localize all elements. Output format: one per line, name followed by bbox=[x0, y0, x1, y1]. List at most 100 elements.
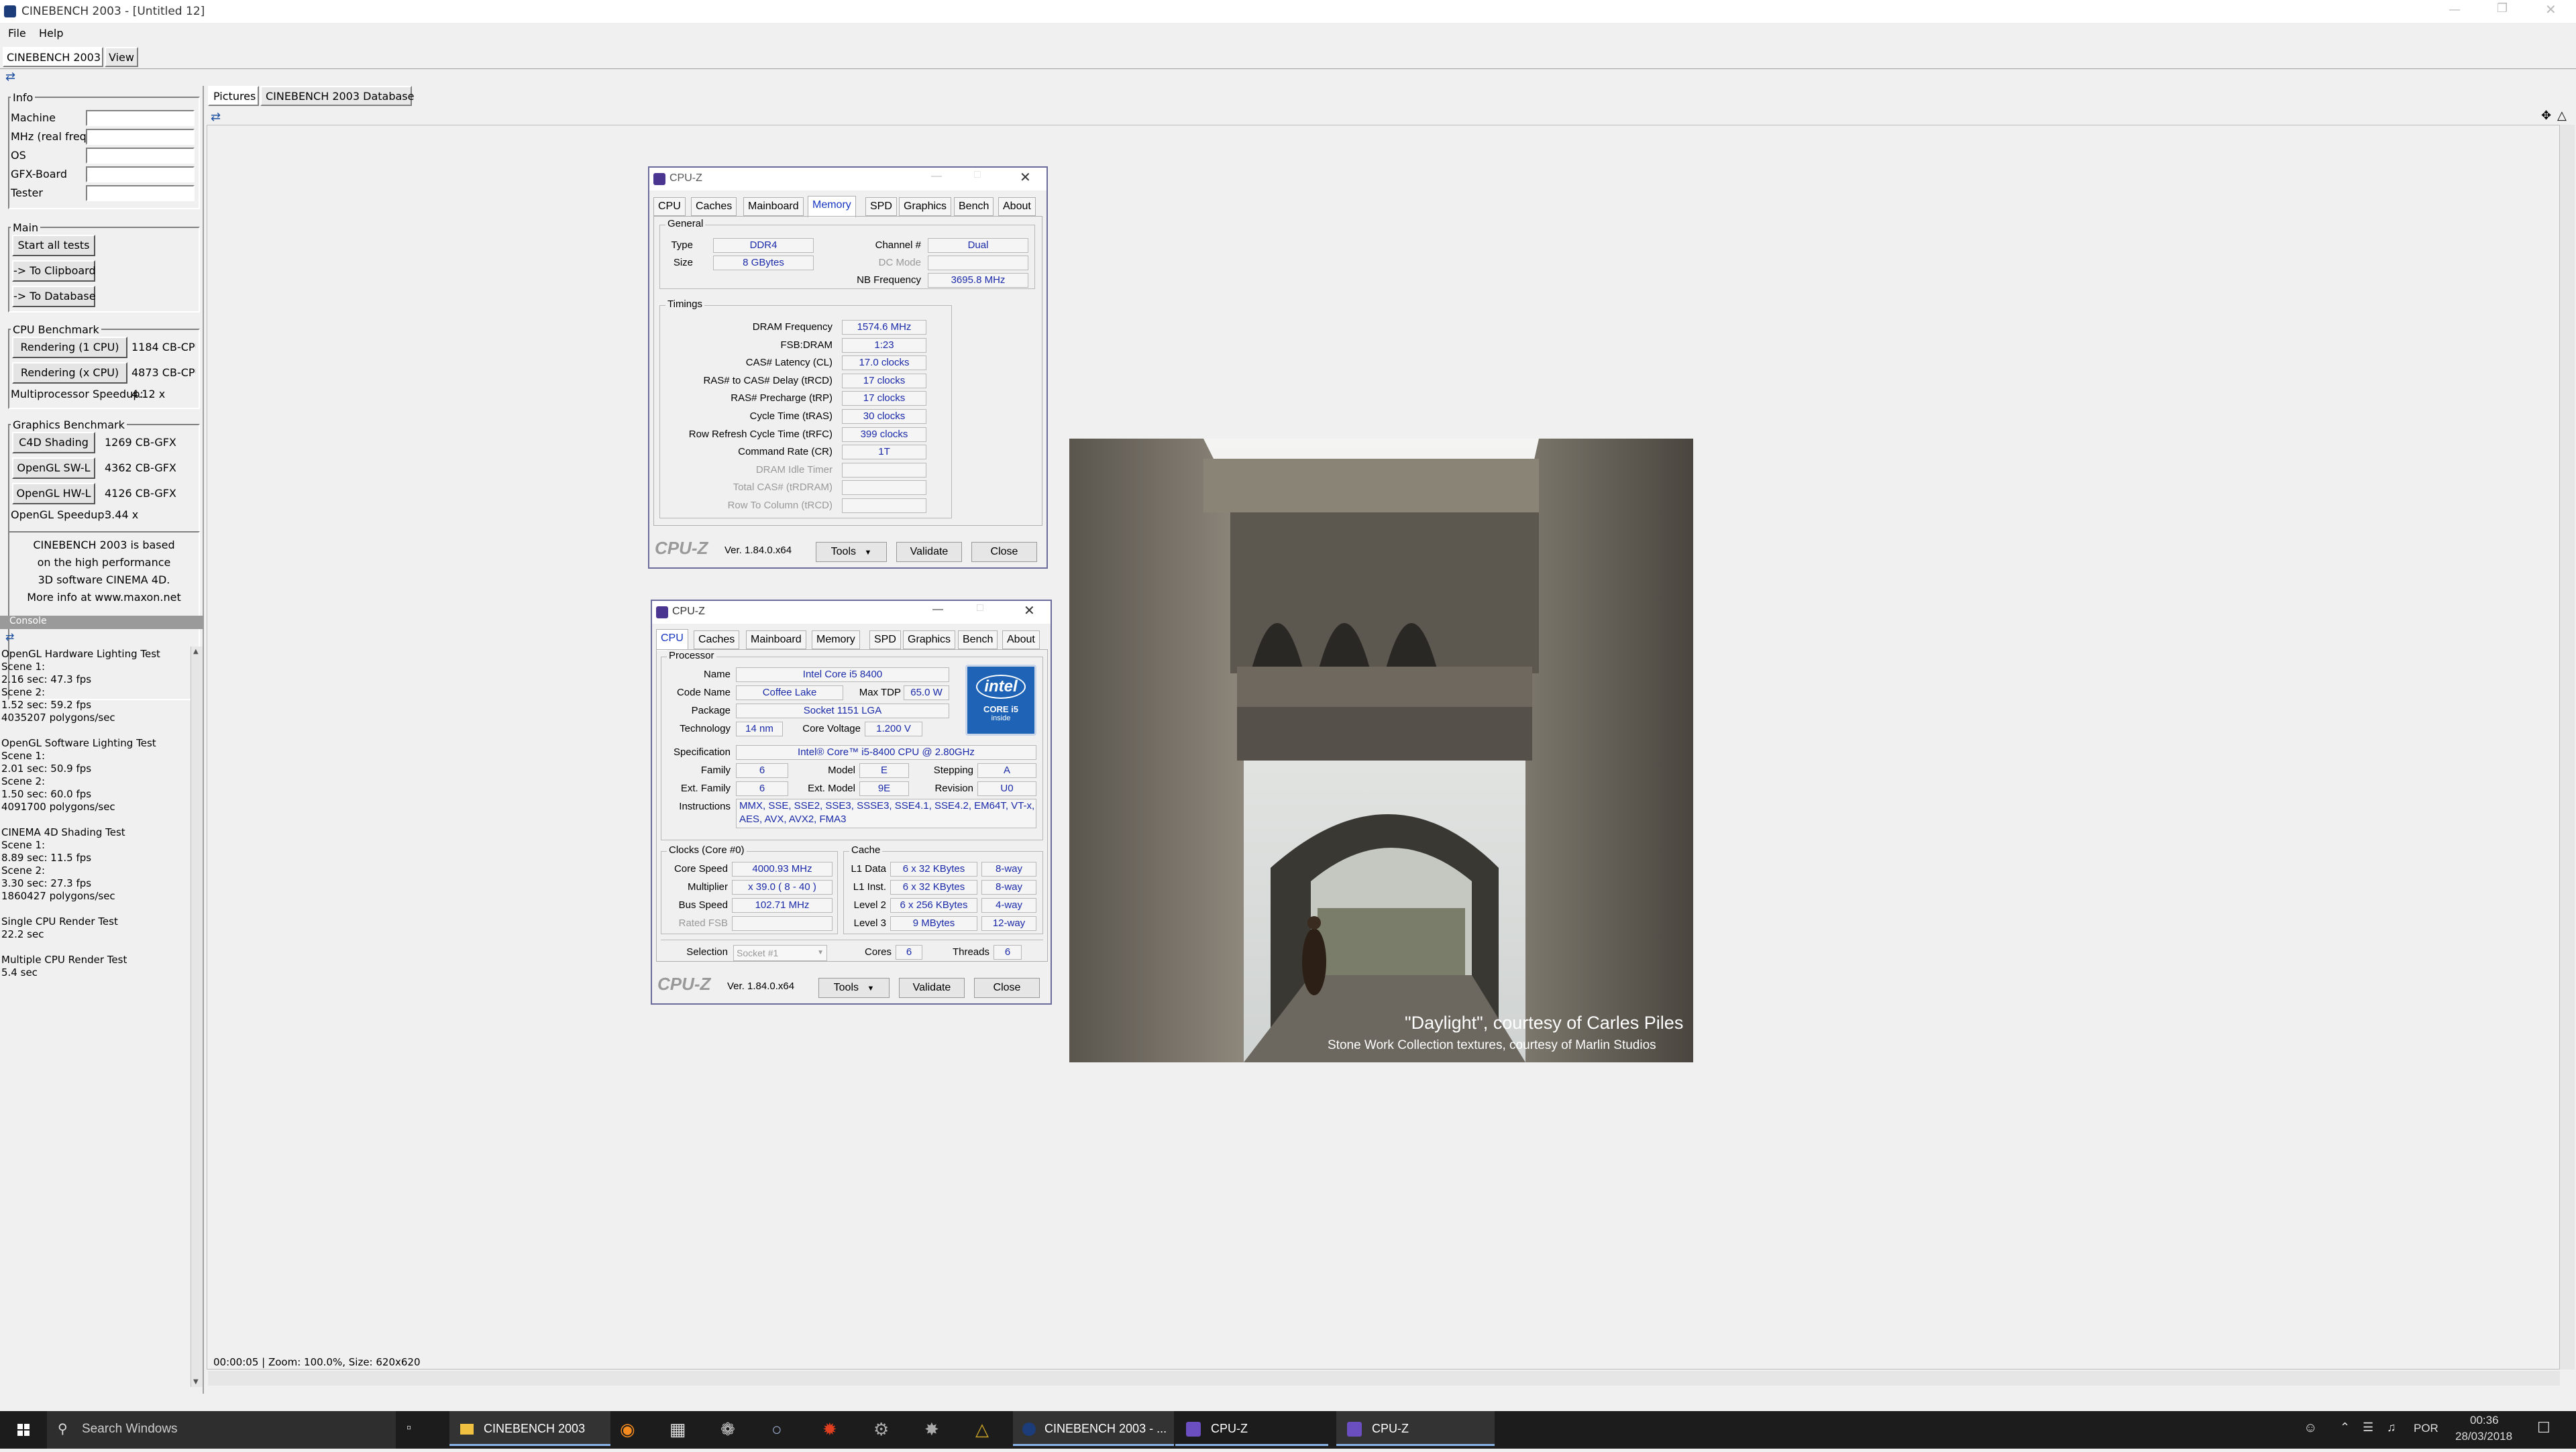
timing-value: 1:23 bbox=[842, 337, 926, 353]
app-icon-3[interactable]: ⚙ bbox=[873, 1419, 889, 1440]
language-indicator[interactable]: POR bbox=[2414, 1422, 2438, 1435]
gfx-field[interactable] bbox=[86, 166, 195, 182]
close-button[interactable]: Close bbox=[971, 542, 1037, 562]
console-line: Multiple CPU Render Test bbox=[1, 954, 127, 966]
tools-button[interactable]: Tools ▼ bbox=[816, 542, 887, 562]
tab-view[interactable]: View bbox=[105, 47, 138, 67]
c4d-shading-button[interactable]: C4D Shading bbox=[12, 432, 95, 453]
notifications-icon[interactable]: ☐ bbox=[2537, 1419, 2551, 1437]
tools-button[interactable]: Tools ▼ bbox=[818, 978, 890, 998]
threads-value: 6 bbox=[994, 945, 1022, 960]
clock-date[interactable]: 28/03/2018 bbox=[2455, 1430, 2512, 1443]
socket-select[interactable]: Socket #1 ▼ bbox=[733, 945, 827, 961]
channel-value: Dual bbox=[928, 238, 1028, 253]
viewer-vscroll[interactable] bbox=[2560, 125, 2575, 1370]
tab-memory[interactable]: Memory bbox=[812, 630, 860, 649]
tab-graphics[interactable]: Graphics bbox=[899, 197, 952, 216]
rendering-xcpu-button[interactable]: Rendering (x CPU) bbox=[12, 362, 127, 384]
machine-field[interactable] bbox=[86, 110, 195, 126]
close-icon[interactable]: ✕ bbox=[2545, 1, 2557, 17]
viewer-hscroll[interactable] bbox=[208, 1371, 2560, 1386]
task-view-icon[interactable]: ▫ bbox=[407, 1420, 411, 1436]
tab-database[interactable]: CINEBENCH 2003 Database bbox=[260, 86, 414, 106]
start-all-tests-button[interactable]: Start all tests bbox=[12, 235, 95, 256]
mhz-field[interactable] bbox=[86, 129, 195, 145]
tab-bench[interactable]: Bench bbox=[958, 630, 998, 649]
tab-mainboard[interactable]: Mainboard bbox=[746, 630, 806, 649]
tab-mainboard[interactable]: Mainboard bbox=[743, 197, 804, 216]
taskbar-cpuz-2[interactable]: CPU-Z bbox=[1336, 1411, 1495, 1446]
minimize-icon[interactable]: — bbox=[2449, 3, 2461, 17]
opengl-hwl-button[interactable]: OpenGL HW-L bbox=[12, 483, 95, 504]
console-pin-icon[interactable]: ⇄ bbox=[5, 630, 14, 643]
tab-caches[interactable]: Caches bbox=[694, 630, 740, 649]
menu-file[interactable]: File bbox=[8, 27, 26, 40]
firefox-icon[interactable]: ◉ bbox=[620, 1419, 635, 1440]
to-clipboard-button[interactable]: -> To Clipboard bbox=[12, 260, 96, 282]
taskbar-cinebench-window[interactable]: CINEBENCH 2003 - ... bbox=[1013, 1411, 1174, 1446]
tab-memory[interactable]: Memory bbox=[808, 196, 856, 217]
tester-field[interactable] bbox=[86, 185, 195, 201]
tab-cpu[interactable]: CPU bbox=[656, 629, 688, 651]
volume-icon[interactable]: ♫ bbox=[2387, 1420, 2396, 1435]
calculator-icon[interactable]: ▦ bbox=[669, 1419, 686, 1440]
tab-pictures[interactable]: Pictures bbox=[208, 86, 259, 106]
viewer-pin-icon[interactable]: ⇄ bbox=[211, 110, 221, 124]
cores-value: 6 bbox=[896, 945, 922, 960]
search-box[interactable]: ⚲ Search Windows bbox=[47, 1411, 396, 1449]
opengl-speedup-value: 3.44 x bbox=[105, 508, 139, 521]
to-database-button[interactable]: -> To Database bbox=[12, 286, 96, 307]
c4d-shading-value: 1269 CB-GFX bbox=[105, 436, 176, 449]
maximize-icon[interactable]: □ bbox=[977, 602, 983, 614]
minimize-icon[interactable]: — bbox=[932, 604, 943, 616]
tab-about[interactable]: About bbox=[1002, 630, 1040, 649]
os-field[interactable] bbox=[86, 148, 195, 164]
tab-spd[interactable]: SPD bbox=[869, 630, 901, 649]
minimize-icon[interactable]: — bbox=[931, 170, 942, 182]
steam-icon[interactable]: ○ bbox=[771, 1419, 782, 1440]
mp-speedup-label: Multiprocessor Speedup: bbox=[11, 388, 144, 400]
scroll-up-icon[interactable]: ▲ bbox=[193, 648, 199, 655]
close-icon[interactable]: ✕ bbox=[1020, 169, 1031, 186]
tab-about[interactable]: About bbox=[998, 197, 1036, 216]
main-title: Main bbox=[11, 221, 41, 234]
tab-spd[interactable]: SPD bbox=[865, 197, 897, 216]
taskbar-cinebench-folder[interactable]: CINEBENCH 2003 bbox=[449, 1411, 610, 1446]
fullscreen-icon[interactable]: △ bbox=[2557, 109, 2567, 123]
caption-title: "Daylight", courtesy of Carles Piles bbox=[1405, 1013, 1684, 1033]
pin-icon[interactable]: ⇄ bbox=[5, 70, 15, 84]
taskbar-cpuz-1[interactable]: CPU-Z bbox=[1175, 1411, 1328, 1446]
start-button[interactable] bbox=[0, 1411, 47, 1449]
app-icon-4[interactable]: ✸ bbox=[924, 1419, 939, 1440]
close-icon[interactable]: ✕ bbox=[1024, 602, 1035, 619]
scroll-down-icon[interactable]: ▼ bbox=[193, 1378, 199, 1386]
console-scrollbar[interactable]: ▲ ▼ bbox=[191, 647, 203, 1387]
tab-cinebench[interactable]: CINEBENCH 2003 bbox=[3, 47, 103, 67]
network-icon[interactable]: ☰ bbox=[2363, 1420, 2373, 1435]
rendering-1cpu-button[interactable]: Rendering (1 CPU) bbox=[12, 337, 127, 358]
people-icon[interactable]: ☺ bbox=[2304, 1420, 2317, 1436]
validate-button[interactable]: Validate bbox=[896, 542, 962, 562]
spec-value: Intel® Core™ i5-8400 CPU @ 2.80GHz bbox=[736, 745, 1036, 760]
tab-cpu[interactable]: CPU bbox=[653, 197, 686, 216]
console-line: 22.2 sec bbox=[1, 928, 44, 940]
app-icon-2[interactable]: ✹ bbox=[822, 1419, 837, 1440]
max-tdp-value: 65.0 W bbox=[904, 685, 949, 700]
move-icon[interactable]: ✥ bbox=[2541, 109, 2551, 123]
validate-button[interactable]: Validate bbox=[899, 978, 965, 998]
app-icon-5[interactable]: △ bbox=[975, 1419, 989, 1440]
tab-bench[interactable]: Bench bbox=[954, 197, 994, 216]
maximize-icon[interactable]: □ bbox=[974, 169, 981, 181]
tab-caches[interactable]: Caches bbox=[691, 197, 737, 216]
cpuz-memory-titlebar: CPU-Z — □ ✕ bbox=[649, 168, 1046, 190]
tray-chevron-icon[interactable]: ⌃ bbox=[2340, 1420, 2350, 1435]
menu-help[interactable]: Help bbox=[39, 27, 63, 40]
console-line: 3.30 sec: 27.3 fps bbox=[1, 877, 92, 889]
opengl-swl-button[interactable]: OpenGL SW-L bbox=[12, 457, 95, 479]
model-label: Model bbox=[828, 765, 855, 776]
close-button[interactable]: Close bbox=[974, 978, 1040, 998]
clock-time[interactable]: 00:36 bbox=[2470, 1414, 2499, 1427]
tab-graphics[interactable]: Graphics bbox=[903, 630, 956, 649]
app-icon-1[interactable]: ❁ bbox=[720, 1419, 735, 1440]
maximize-icon[interactable]: ❐ bbox=[2497, 1, 2508, 15]
